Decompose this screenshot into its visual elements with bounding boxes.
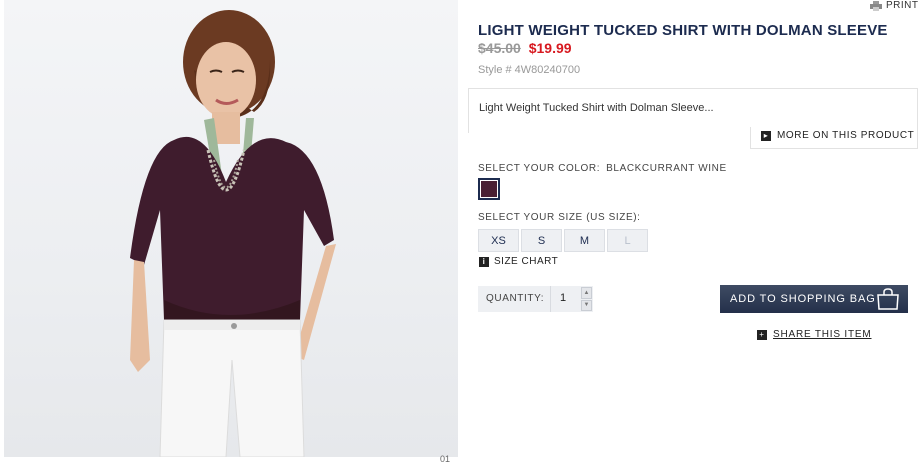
print-label: PRINT [886, 0, 919, 11]
more-link-label: MORE ON THIS PRODUCT [777, 130, 915, 141]
add-to-bag-label: ADD TO SHOPPING BAG [730, 293, 876, 305]
share-this-item-link[interactable]: + SHARE THIS ITEM [757, 329, 872, 340]
product-title: LIGHT WEIGHT TUCKED SHIRT WITH DOLMAN SL… [478, 22, 888, 39]
price-original: $45.00 [478, 40, 521, 56]
quantity-label: QUANTITY: [486, 293, 545, 304]
shopping-bag-icon [877, 288, 899, 310]
quantity-input[interactable]: 1 [560, 292, 574, 304]
swatch-fill [481, 181, 497, 197]
size-chart-link[interactable]: i SIZE CHART [479, 256, 558, 267]
style-number: Style # 4W80240700 [478, 64, 581, 76]
model-illustration [130, 10, 336, 457]
product-image[interactable] [4, 0, 458, 457]
size-chart-label: SIZE CHART [494, 256, 559, 267]
size-option-xs[interactable]: XS [478, 229, 519, 252]
stepper-down-icon[interactable]: ▼ [581, 299, 592, 311]
color-label: SELECT YOUR COLOR: BLACKCURRANT WINE [478, 163, 727, 174]
size-option-s[interactable]: S [521, 229, 562, 252]
add-to-shopping-bag-button[interactable]: ADD TO SHOPPING BAG [720, 285, 908, 313]
arrow-right-icon: ▸ [761, 130, 771, 141]
print-link[interactable]: PRINT [870, 0, 919, 11]
size-option-l: L [607, 229, 648, 252]
more-on-this-product-link[interactable]: ▸ MORE ON THIS PRODUCT [761, 130, 914, 141]
size-options: XS S M L [478, 229, 648, 252]
size-option-m[interactable]: M [564, 229, 605, 252]
quantity-divider [550, 286, 551, 312]
quantity-stepper[interactable]: ▲ ▼ [581, 287, 592, 311]
price-block: $45.00 $19.99 [478, 40, 572, 56]
product-description: Light Weight Tucked Shirt with Dolman Sl… [479, 102, 714, 114]
color-label-text: SELECT YOUR COLOR: [478, 163, 601, 174]
info-icon: i [479, 256, 489, 267]
share-label: SHARE THIS ITEM [773, 329, 872, 340]
size-label: SELECT YOUR SIZE (US SIZE): [478, 212, 641, 223]
selected-color-name: BLACKCURRANT WINE [606, 163, 727, 174]
photo-caption-fragment: 01 [440, 454, 451, 464]
plus-icon: + [757, 329, 767, 340]
price-sale: $19.99 [528, 40, 572, 56]
color-swatch-blackcurrant-wine[interactable] [478, 178, 500, 200]
stepper-up-icon[interactable]: ▲ [581, 287, 592, 299]
printer-icon [870, 0, 882, 11]
